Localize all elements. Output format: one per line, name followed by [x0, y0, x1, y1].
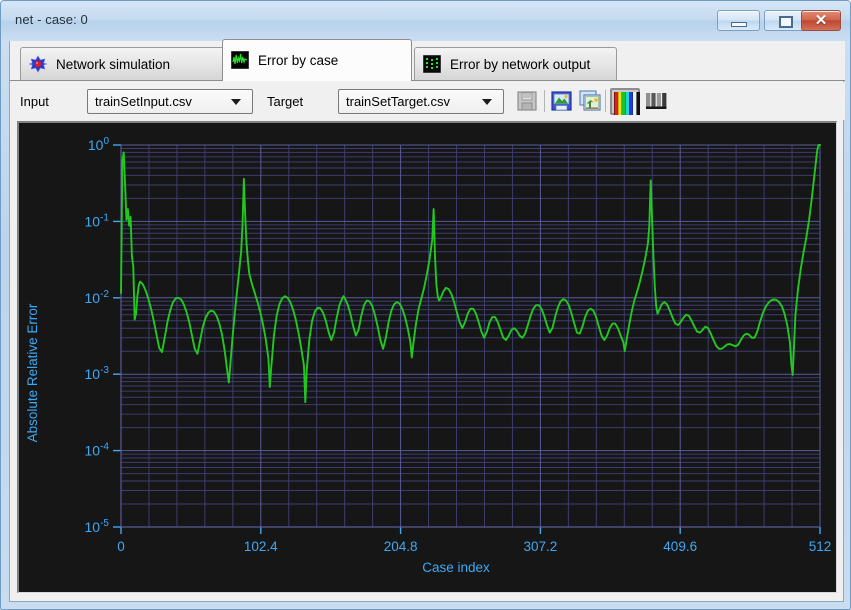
chevron-down-icon — [231, 98, 241, 105]
target-file-select[interactable]: trainSetTarget.csv — [338, 89, 504, 114]
tab-label: Error by case — [258, 52, 339, 68]
window-title: net - case: 0 — [15, 12, 88, 27]
tab-network-simulation[interactable]: Network simulation — [20, 47, 224, 80]
minimize-button[interactable] — [717, 10, 760, 31]
x-axis-title: Case index — [422, 560, 490, 575]
chart-background — [19, 123, 836, 592]
close-button[interactable]: ✕ — [801, 10, 841, 31]
application-window: net - case: 0 ✕ Network simulation Error… — [0, 0, 851, 610]
save-button[interactable] — [514, 88, 540, 114]
svg-text:204.8: 204.8 — [384, 539, 418, 554]
toolbar-separator — [544, 90, 545, 112]
copy-image-button[interactable] — [577, 88, 603, 114]
maximize-icon — [779, 16, 793, 28]
toolbar-separator — [605, 90, 606, 112]
svg-text:409.6: 409.6 — [663, 539, 697, 554]
input-file-value: trainSetInput.csv — [95, 94, 192, 109]
tab-label: Network simulation — [56, 56, 171, 72]
target-file-value: trainSetTarget.csv — [346, 94, 451, 109]
waveform-icon — [230, 50, 250, 70]
y-axis-title: Absolute Relative Error — [25, 303, 40, 442]
scatter-grid-icon — [422, 54, 442, 74]
error-by-case-chart: 10010-110-210-310-410-5 0 102.4 204.8 307.2… — [19, 123, 836, 592]
close-icon: ✕ — [814, 12, 828, 29]
tab-strip: Network simulation Error by case Error b… — [10, 39, 845, 81]
svg-text:307.2: 307.2 — [524, 539, 558, 554]
svg-text:512: 512 — [809, 539, 832, 554]
svg-text:102.4: 102.4 — [244, 539, 278, 554]
tab-error-by-network-output[interactable]: Error by network output — [414, 47, 617, 80]
network-node-icon — [28, 55, 48, 73]
tab-error-by-case[interactable]: Error by case — [222, 39, 412, 81]
title-bar: net - case: 0 ✕ — [1, 1, 850, 41]
input-file-select[interactable]: trainSetInput.csv — [87, 89, 253, 114]
grayscale-mode-button[interactable] — [643, 88, 669, 114]
svg-text:0: 0 — [117, 539, 125, 554]
chevron-down-icon — [482, 98, 492, 105]
toolbar: Input trainSetInput.csv Target trainSetT… — [10, 82, 845, 120]
client-area: Network simulation Error by case Error b… — [9, 39, 845, 602]
save-image-button[interactable] — [549, 88, 575, 114]
tab-label: Error by network output — [450, 56, 591, 72]
chart-panel: 100 10-1 10-2 10-3 10-4 10-5 0 102.4 204.8 307.2… — [17, 121, 837, 593]
target-label: Target — [267, 94, 304, 109]
input-label: Input — [20, 94, 49, 109]
minimize-icon — [731, 22, 747, 27]
color-mode-button[interactable] — [610, 88, 640, 115]
